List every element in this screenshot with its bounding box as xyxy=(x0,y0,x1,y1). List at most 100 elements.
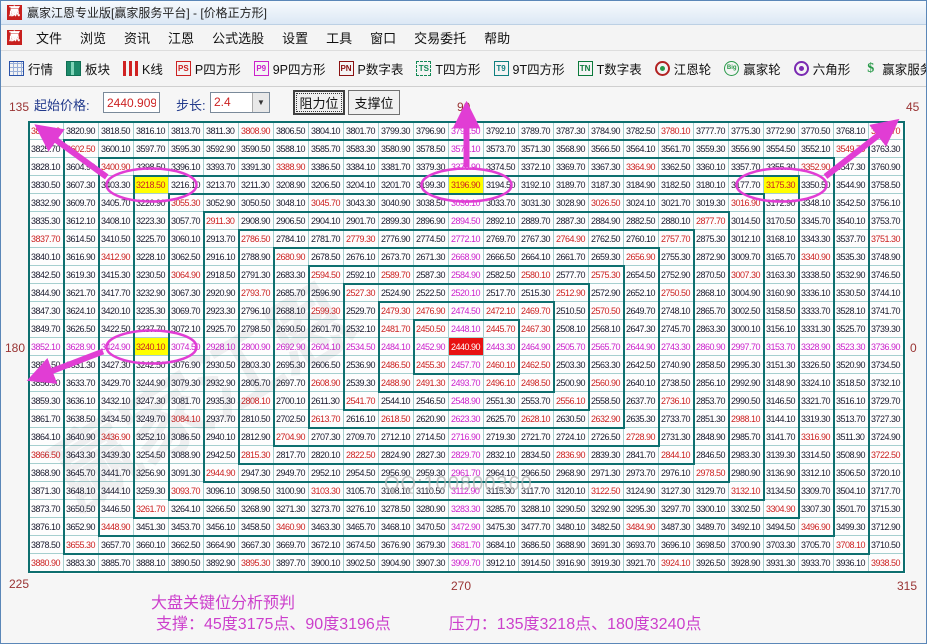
grid-cell: 3105.70 xyxy=(344,482,379,500)
menu-item-9[interactable]: 帮助 xyxy=(475,25,519,50)
grid-cell: 3321.70 xyxy=(799,392,834,410)
grid-cell: 3280.90 xyxy=(414,500,449,518)
menu-item-1[interactable]: 浏览 xyxy=(71,25,115,50)
menu-item-7[interactable]: 窗口 xyxy=(361,25,405,50)
grid-highlight-cell-45: 3175.30 xyxy=(764,176,799,194)
grid-cell: 3002.50 xyxy=(729,302,764,320)
grid-cell: 3580.90 xyxy=(379,140,414,158)
analysis-detail: 支撑：45度3175点、90度3196点压力：135度3218点、180度324… xyxy=(156,610,701,634)
grid-cell: 3504.10 xyxy=(834,482,869,500)
grid-cell: 3796.90 xyxy=(414,122,449,140)
grid-cell: 2736.10 xyxy=(659,392,694,410)
toolbar-item-9P四方形[interactable]: P99P四方形 xyxy=(254,59,326,78)
menu-item-3[interactable]: 江恩 xyxy=(159,25,203,50)
grid-cell: 2853.70 xyxy=(694,392,729,410)
grid-cell: 2457.70 xyxy=(449,356,484,374)
grid-cell: 3777.70 xyxy=(694,122,729,140)
grid-cell: 3847.30 xyxy=(29,302,64,320)
grid-cell: 2570.50 xyxy=(589,302,624,320)
grid-cell: 2707.30 xyxy=(309,428,344,446)
grid-cell: 3933.70 xyxy=(799,554,834,572)
grid-cell: 3340.90 xyxy=(799,248,834,266)
grid-cell: 2858.50 xyxy=(694,356,729,374)
grid-cell: 3657.70 xyxy=(99,536,134,554)
grid-cell: 3816.10 xyxy=(134,122,169,140)
grid-cell: 3484.90 xyxy=(624,518,659,536)
grid-cell: 3655.30 xyxy=(64,536,99,554)
grid-cell: 3936.10 xyxy=(834,554,869,572)
menu-item-5[interactable]: 设置 xyxy=(273,25,317,50)
grid-cell: 2637.70 xyxy=(624,392,659,410)
grid-cell: 3405.70 xyxy=(99,194,134,212)
grid-cell: 2445.70 xyxy=(484,320,519,338)
grid-cell: 3837.70 xyxy=(29,230,64,248)
grid-cell: 3100.90 xyxy=(274,482,309,500)
grid-cell: 2882.50 xyxy=(624,212,659,230)
toolbar-item-P数字表[interactable]: PNP数字表 xyxy=(339,59,404,78)
grid-cell: 3014.50 xyxy=(729,212,764,230)
grid-cell: 3578.50 xyxy=(414,140,449,158)
grid-cell: 3211.30 xyxy=(239,176,274,194)
resistance-button[interactable]: 阻力位 xyxy=(293,90,345,115)
toolbar-item-江恩轮[interactable]: 江恩轮 xyxy=(655,59,712,78)
grid-cell: 2863.30 xyxy=(694,320,729,338)
toolbar-item-六角形[interactable]: 六角形 xyxy=(794,59,851,78)
grid-cell: 2553.70 xyxy=(519,392,554,410)
grid-cell: 2551.30 xyxy=(484,392,519,410)
grid-cell: 3333.70 xyxy=(799,302,834,320)
grid-cell: 3724.90 xyxy=(869,428,904,446)
grid-highlight-cell-135: 3218.50 xyxy=(134,176,169,194)
grid-cell: 2640.10 xyxy=(624,374,659,392)
grid-cell: 3931.30 xyxy=(764,554,799,572)
grid-cell: 3722.50 xyxy=(869,446,904,464)
toolbar-item-赢家轮[interactable]: Big赢家轮 xyxy=(724,59,781,78)
angle-label-315: 315 xyxy=(897,579,917,593)
grid-cell: 2452.90 xyxy=(414,338,449,356)
grid-cell: 3312.10 xyxy=(799,464,834,482)
menu-item-6[interactable]: 工具 xyxy=(317,25,361,50)
angle-label-225: 225 xyxy=(9,577,29,591)
chevron-down-icon[interactable]: ▼ xyxy=(252,93,269,112)
step-label: 步长: xyxy=(176,95,206,114)
grid-cell: 3400.90 xyxy=(99,158,134,176)
start-price-input[interactable] xyxy=(103,92,160,113)
grid-cell: 2582.50 xyxy=(484,266,519,284)
grid-cell: 3040.90 xyxy=(379,194,414,212)
step-combobox[interactable]: 2.4 ▼ xyxy=(210,92,270,113)
grid-cell: 3758.50 xyxy=(869,176,904,194)
grid-cell: 2976.10 xyxy=(659,464,694,482)
toolbar-item-赢家服务[interactable]: $赢家服务 xyxy=(863,59,927,78)
grid-cell: 2704.90 xyxy=(274,428,309,446)
grid-cell: 2995.30 xyxy=(729,356,764,374)
grid-cell: 2546.50 xyxy=(414,392,449,410)
grid-cell: 2522.50 xyxy=(414,284,449,302)
toolbar-item-行情[interactable]: 行情 xyxy=(9,59,53,78)
support-button[interactable]: 支撑位 xyxy=(348,90,400,115)
grid-cell: 2740.90 xyxy=(659,356,694,374)
grid-cell: 2527.30 xyxy=(344,284,379,302)
grid-cell: 3468.10 xyxy=(379,518,414,536)
toolbar-item-板块[interactable]: 板块 xyxy=(66,59,110,78)
toolbar-item-P四方形[interactable]: PSP四方形 xyxy=(176,59,241,78)
menu-item-8[interactable]: 交易委托 xyxy=(405,25,475,50)
grid-cell: 3602.50 xyxy=(64,140,99,158)
menu-item-2[interactable]: 资讯 xyxy=(115,25,159,50)
grid-cell: 3144.10 xyxy=(764,410,799,428)
toolbar-item-K线[interactable]: K线 xyxy=(123,59,163,78)
grid-cell: 3679.30 xyxy=(414,536,449,554)
toolbar-item-T四方形[interactable]: TST四方形 xyxy=(416,59,480,78)
toolbar-item-T数字表[interactable]: TNT数字表 xyxy=(578,59,642,78)
grid-cell: 2839.30 xyxy=(589,446,624,464)
grid-cell: 3739.30 xyxy=(869,320,904,338)
grid-cell: 3516.10 xyxy=(834,392,869,410)
grid-cell: 2851.30 xyxy=(694,410,729,428)
grid-cell: 3849.70 xyxy=(29,320,64,338)
toolbar-item-9T四方形[interactable]: T99T四方形 xyxy=(494,59,565,78)
grid-cell: 3708.10 xyxy=(834,536,869,554)
menu-item-4[interactable]: 公式选股 xyxy=(203,25,273,50)
grid-cell: 2978.50 xyxy=(694,464,729,482)
grid-cell: 3158.50 xyxy=(764,302,799,320)
grid-cell: 3667.30 xyxy=(239,536,274,554)
grid-cell: 3664.90 xyxy=(204,536,239,554)
menu-item-0[interactable]: 文件 xyxy=(27,25,71,50)
